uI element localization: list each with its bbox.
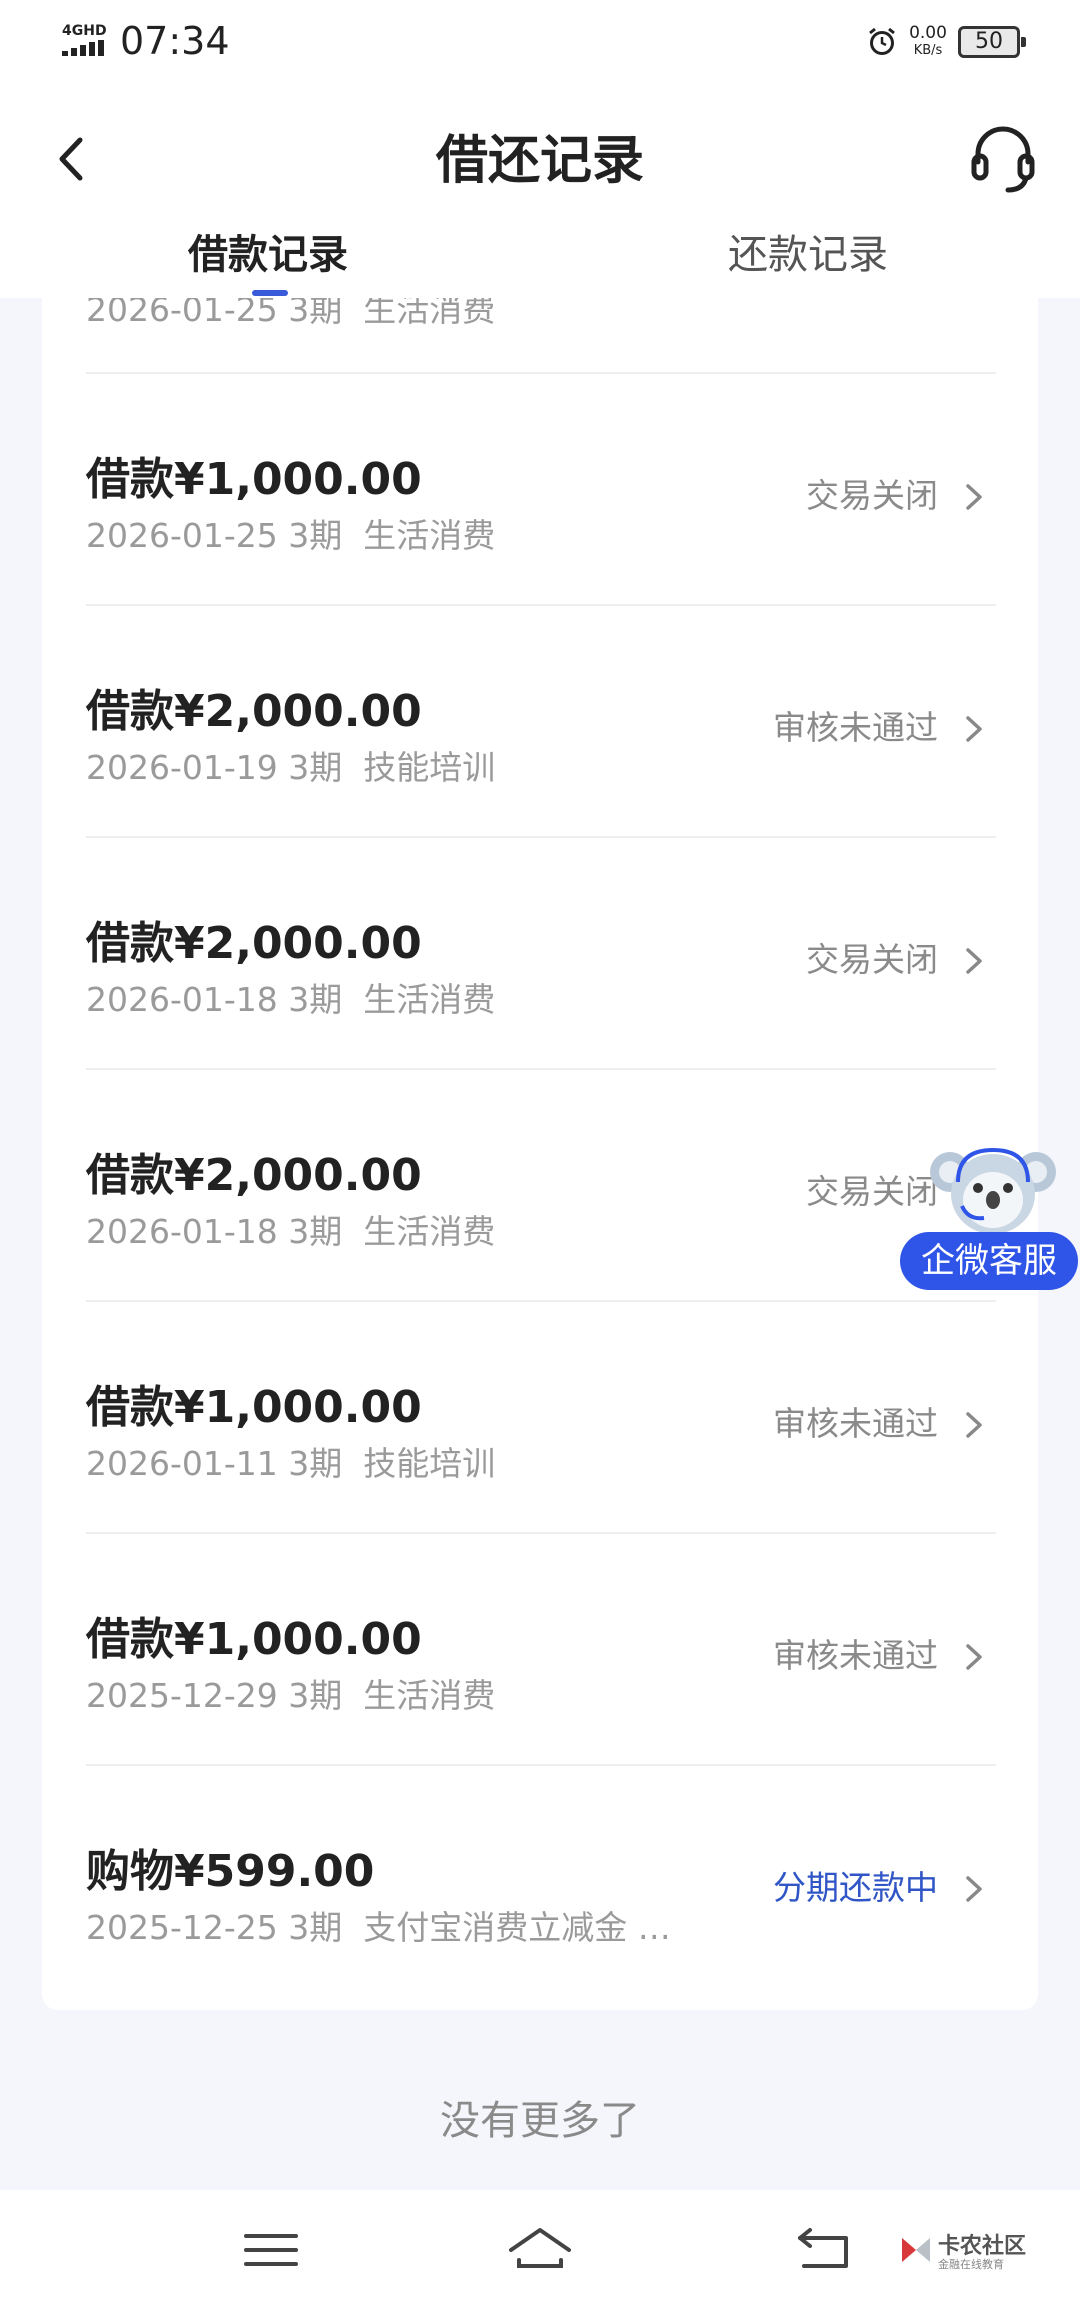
record-purpose: 生活消费 xyxy=(363,1676,496,1715)
record-amount: 购物¥599.00 xyxy=(86,1846,375,1897)
no-more-label: 没有更多了 xyxy=(440,2098,640,2144)
record-term: 3期 xyxy=(288,1444,343,1483)
list-item[interactable]: 借款¥1,000.00 2025-12-29 3期 生活消费 审核未通过 xyxy=(86,1534,996,1766)
record-term: 3期 xyxy=(288,298,343,329)
home-icon[interactable] xyxy=(505,2220,575,2280)
battery-level: 50 xyxy=(975,29,1003,54)
record-date: 2026-01-25 xyxy=(86,298,278,329)
battery-icon: 50 xyxy=(958,26,1026,58)
koala-mascot-icon xyxy=(930,1147,1056,1234)
list-item[interactable]: 借款¥1,000.00 2026-01-25 3期 生活消费 交易关闭 xyxy=(86,374,996,606)
record-detail: 2026-01-19 3期 技能培训 xyxy=(86,746,495,790)
chevron-right-icon xyxy=(966,484,982,510)
record-amount: 借款¥1,000.00 xyxy=(86,454,422,505)
list-item[interactable]: 借款¥1,000.00 2026-01-11 3期 技能培训 审核未通过 xyxy=(86,1302,996,1534)
record-date: 2025-12-25 xyxy=(86,1908,278,1947)
record-date: 2026-01-19 xyxy=(86,748,278,787)
record-term: 3期 xyxy=(288,748,343,787)
record-term: 3期 xyxy=(288,980,343,1019)
page-title: 借还记录 xyxy=(435,131,644,191)
record-status: 审核未通过 xyxy=(773,708,938,747)
chevron-right-icon xyxy=(966,948,982,974)
tab-borrow-records[interactable]: 借款记录 xyxy=(188,230,348,280)
speed-value: 0.00 xyxy=(909,23,947,43)
network-speed: 0.00 KB/s xyxy=(906,24,950,60)
floating-support-button[interactable]: 企微客服 xyxy=(898,1136,1080,1290)
record-purpose: 技能培训 xyxy=(363,748,496,787)
signal-icon xyxy=(62,40,110,56)
record-amount: 借款¥1,000.00 xyxy=(86,1614,422,1665)
record-status: 交易关闭 xyxy=(806,940,938,979)
record-detail: 2025-12-25 3期 支付宝消费立减金 … xyxy=(86,1906,671,1950)
system-nav-bar: 卡农社区 金融在线教育 xyxy=(0,2190,1080,2316)
record-term: 3期 xyxy=(288,1676,343,1715)
record-term: 3期 xyxy=(288,1212,343,1251)
record-date: 2026-01-18 xyxy=(86,980,278,1019)
community-watermark: 卡农社区 金融在线教育 xyxy=(898,2228,1058,2278)
clock: 07:34 xyxy=(120,19,230,63)
record-date: 2025-12-29 xyxy=(86,1676,278,1715)
menu-icon[interactable] xyxy=(236,2220,306,2280)
record-purpose: 技能培训 xyxy=(363,1444,496,1483)
status-bar: 4GHD 07:34 0.00 KB/s 50 xyxy=(0,0,1080,84)
record-term: 3期 xyxy=(288,516,343,555)
record-purpose: 生活消费 xyxy=(363,298,496,329)
network-type: 4GHD xyxy=(62,23,107,39)
record-detail: 2026-01-18 3期 生活消费 xyxy=(86,978,495,1022)
record-date: 2026-01-11 xyxy=(86,1444,278,1483)
header: 借还记录 借款记录 还款记录 xyxy=(0,84,1080,298)
watermark-logo-icon xyxy=(902,2238,930,2262)
alarm-icon xyxy=(869,27,895,55)
record-status: 审核未通过 xyxy=(773,1404,938,1443)
list-item[interactable]: 借款¥2,000.00 2026-01-19 3期 技能培训 审核未通过 xyxy=(86,606,996,838)
record-status: 交易关闭 xyxy=(806,476,938,515)
headset-icon[interactable] xyxy=(968,118,1038,198)
chevron-right-icon xyxy=(966,1644,982,1670)
record-detail: 2026-01-25 3期 生活消费 xyxy=(86,514,495,558)
list-item[interactable]: 购物¥599.00 2025-12-25 3期 支付宝消费立减金 … 分期还款中 xyxy=(86,1766,996,1998)
record-amount: 借款¥1,000.00 xyxy=(86,1382,422,1433)
list-item-partial[interactable]: 2026-01-25 3期 生活消费 xyxy=(86,298,996,374)
record-purpose: 生活消费 xyxy=(363,1212,496,1251)
back-nav-icon[interactable] xyxy=(790,2220,860,2280)
tab-repay-records[interactable]: 还款记录 xyxy=(728,230,888,280)
tab-bar: 借款记录 还款记录 xyxy=(0,214,1080,298)
record-detail: 2025-12-29 3期 生活消费 xyxy=(86,1674,495,1718)
records-list: 2026-01-25 3期 生活消费 借款¥1,000.00 2026-01-2… xyxy=(42,298,1038,2010)
speed-unit: KB/s xyxy=(913,43,943,58)
chevron-right-icon xyxy=(966,716,982,742)
record-purpose: 生活消费 xyxy=(363,516,496,555)
tab-active-indicator xyxy=(252,290,288,296)
record-detail: 2026-01-25 3期 生活消费 xyxy=(86,298,495,332)
list-item[interactable]: 借款¥2,000.00 2026-01-18 3期 生活消费 交易关闭 xyxy=(86,838,996,1070)
chevron-right-icon xyxy=(966,1412,982,1438)
record-purpose: 支付宝消费立减金 … xyxy=(363,1908,671,1947)
record-date: 2026-01-18 xyxy=(86,1212,278,1251)
record-purpose: 生活消费 xyxy=(363,980,496,1019)
record-term: 3期 xyxy=(288,1908,343,1947)
floating-support-label: 企微客服 xyxy=(900,1232,1078,1290)
watermark-tagline: 金融在线教育 xyxy=(938,2258,1004,2271)
record-amount: 借款¥2,000.00 xyxy=(86,686,422,737)
list-item[interactable]: 借款¥2,000.00 2026-01-18 3期 生活消费 交易关闭 xyxy=(86,1070,996,1302)
record-amount: 借款¥2,000.00 xyxy=(86,1150,422,1201)
record-status: 分期还款中 xyxy=(773,1868,938,1907)
chevron-right-icon xyxy=(966,1876,982,1902)
record-date: 2026-01-25 xyxy=(86,516,278,555)
record-detail: 2026-01-11 3期 技能培训 xyxy=(86,1442,495,1486)
record-status: 审核未通过 xyxy=(773,1636,938,1675)
record-detail: 2026-01-18 3期 生活消费 xyxy=(86,1210,495,1254)
record-amount: 借款¥2,000.00 xyxy=(86,918,422,969)
